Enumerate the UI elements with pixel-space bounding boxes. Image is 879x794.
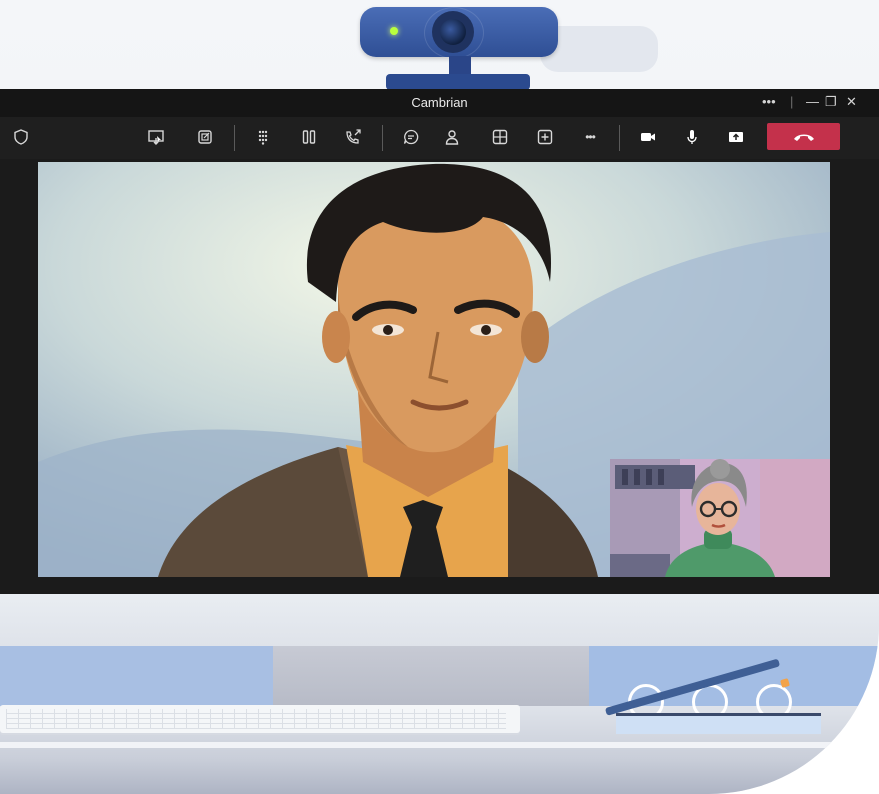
toolbar-separator — [382, 125, 383, 151]
webcam-lens — [440, 19, 466, 45]
share-screen-icon[interactable] — [142, 125, 170, 149]
keyboard-keys — [6, 709, 506, 729]
camera-icon[interactable] — [634, 125, 662, 149]
title-separator: | — [790, 94, 794, 109]
restore-button[interactable]: ❐ — [825, 94, 837, 110]
main-video-tile — [38, 162, 830, 577]
woman-with-glasses-video — [610, 459, 830, 577]
background-panel — [0, 646, 273, 706]
popout-icon[interactable] — [191, 125, 219, 149]
webcam-neck — [449, 56, 471, 76]
toolbar-separator — [234, 125, 235, 151]
view-layout-icon[interactable] — [486, 125, 514, 149]
close-button[interactable]: ✕ — [846, 94, 857, 110]
webcam-icon — [360, 7, 558, 59]
self-view-tile[interactable] — [610, 459, 830, 577]
desk-edge — [0, 742, 879, 748]
hold-icon[interactable] — [295, 125, 323, 149]
hang-up-button[interactable] — [767, 123, 840, 150]
hang-up-icon — [793, 134, 814, 141]
share-tray-icon[interactable] — [722, 125, 750, 149]
toolbar-separator — [619, 125, 620, 151]
dialpad-icon[interactable] — [249, 125, 277, 149]
title-bar: Cambrian ••• | — ❐ ✕ — [0, 89, 879, 117]
desk-scene: Cambrian ••• | — ❐ ✕ ••• — [0, 0, 879, 794]
window-more-button[interactable]: ••• — [762, 94, 776, 110]
notebook — [616, 713, 821, 734]
keyboard — [0, 705, 520, 733]
mic-icon[interactable] — [678, 125, 706, 149]
more-icon[interactable]: ••• — [576, 125, 604, 149]
minimize-button[interactable]: — — [806, 94, 819, 110]
webcam-led — [390, 27, 398, 35]
transfer-call-icon[interactable] — [339, 125, 367, 149]
monitor-stand — [273, 646, 589, 706]
chat-icon[interactable] — [397, 125, 425, 149]
window-title: Cambrian — [411, 95, 468, 110]
shield-icon[interactable] — [7, 125, 35, 149]
apps-add-icon[interactable] — [531, 125, 559, 149]
monitor-bezel — [0, 594, 879, 646]
meeting-window: Cambrian ••• | — ❐ ✕ ••• — [0, 89, 879, 594]
people-icon[interactable] — [438, 125, 466, 149]
webcam-mount — [386, 74, 530, 90]
meeting-toolbar: ••• — [0, 117, 879, 159]
